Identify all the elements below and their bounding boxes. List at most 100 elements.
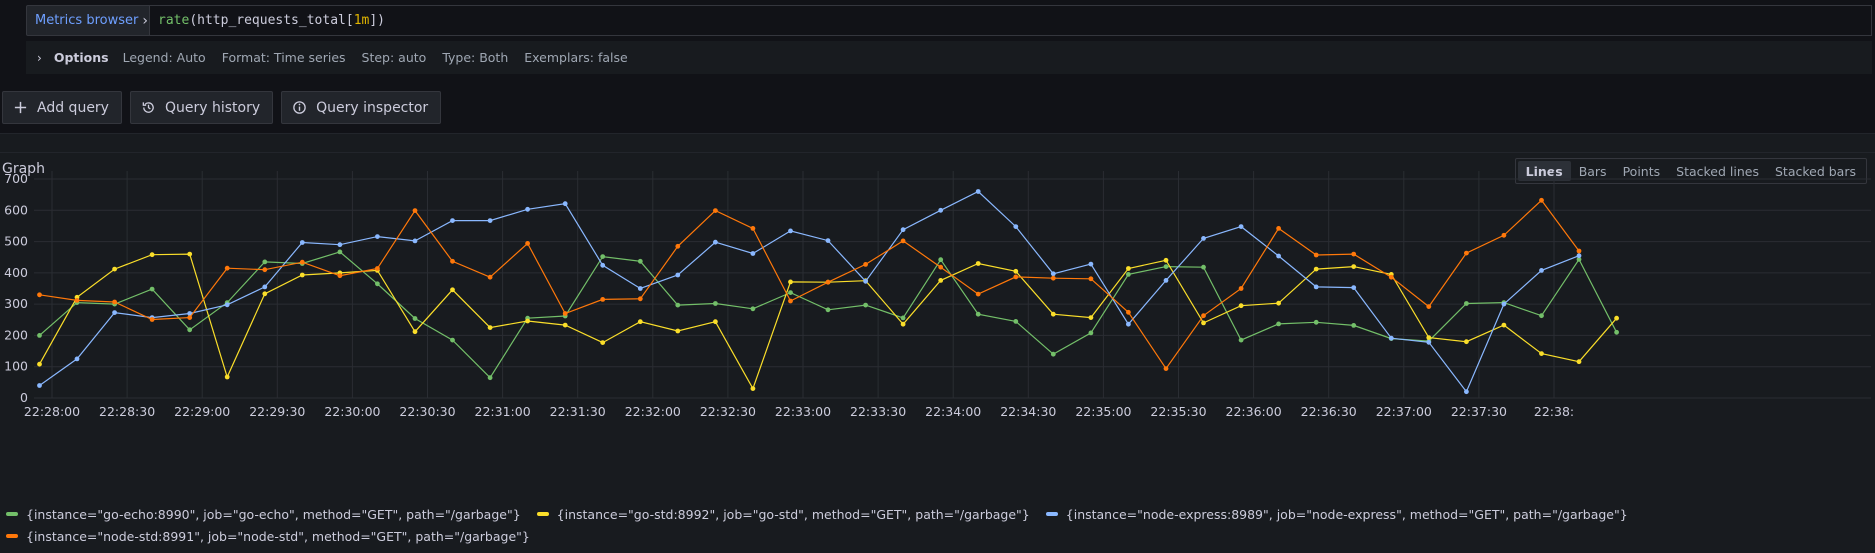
series-point-3 — [975, 291, 981, 297]
series-point-3 — [450, 258, 455, 264]
query-range: 1m — [353, 13, 370, 28]
x-tick-label: 22:37:30 — [1451, 404, 1507, 419]
series-point-0 — [337, 249, 343, 255]
series-point-2 — [863, 278, 868, 284]
series-point-3 — [675, 243, 681, 249]
series-point-3 — [900, 238, 906, 244]
series-point-3 — [713, 208, 718, 213]
x-tick-label: 22:29:30 — [249, 404, 305, 419]
series-point-3 — [1276, 226, 1281, 231]
x-tick-label: 22:31:00 — [475, 404, 531, 419]
query-options-row[interactable]: › Options Legend: Auto Format: Time seri… — [26, 41, 1872, 74]
legend-item[interactable]: {instance="node-std:8991", job="node-std… — [6, 529, 530, 544]
series-point-3 — [1501, 232, 1507, 238]
series-point-1 — [675, 328, 681, 334]
series-point-0 — [149, 286, 155, 292]
series-point-2 — [600, 262, 606, 268]
series-point-0 — [1238, 337, 1244, 343]
series-point-0 — [713, 301, 718, 306]
series-point-3 — [1238, 286, 1244, 291]
x-tick-label: 22:34:30 — [1000, 404, 1056, 419]
y-tick-label: 100 — [4, 359, 28, 374]
series-point-1 — [187, 251, 193, 257]
series-point-0 — [1276, 321, 1281, 327]
series-point-3 — [187, 315, 193, 320]
series-point-3 — [938, 264, 944, 270]
legend-label: {instance="go-echo:8990", job="go-echo",… — [26, 506, 521, 522]
series-point-1 — [637, 319, 643, 325]
query-history-button[interactable]: Query history — [129, 91, 274, 124]
legend-item[interactable]: {instance="go-echo:8990", job="go-echo",… — [6, 507, 521, 522]
series-point-2 — [750, 251, 756, 256]
series-point-0 — [1050, 351, 1056, 357]
series-point-3 — [412, 208, 418, 213]
series-point-0 — [863, 302, 868, 308]
series-point-2 — [450, 218, 455, 223]
legend-swatch — [6, 534, 18, 538]
series-point-0 — [1313, 319, 1319, 325]
series-point-0 — [1539, 313, 1544, 319]
x-tick-label: 22:35:00 — [1075, 404, 1131, 419]
chevron-right-icon[interactable]: › — [37, 51, 42, 65]
legend-swatch — [536, 512, 549, 516]
legend-label: {instance="go-std:8992", job="go-std", m… — [556, 506, 1030, 522]
series-point-0 — [1088, 330, 1094, 336]
query-function: rate — [158, 13, 190, 28]
series-point-2 — [562, 201, 568, 207]
series-point-2 — [1501, 301, 1507, 307]
series-point-2 — [224, 302, 230, 308]
query-close: ]) — [369, 13, 385, 28]
x-tick-label: 22:28:00 — [24, 404, 80, 419]
x-tick-label: 22:36:00 — [1226, 404, 1282, 419]
series-point-1 — [149, 252, 155, 258]
series-point-2 — [900, 227, 906, 233]
legend-item[interactable]: {instance="go-std:8992", job="go-std", m… — [536, 506, 1030, 522]
series-point-0 — [37, 333, 42, 338]
series-point-1 — [1238, 303, 1244, 309]
series-point-3 — [1576, 248, 1582, 254]
series-point-2 — [487, 218, 493, 223]
series-point-2 — [37, 383, 42, 388]
series-point-3 — [74, 298, 80, 303]
series-point-1 — [1013, 268, 1019, 274]
series-point-3 — [1426, 304, 1432, 309]
query-actions: Add query Query history Query inspector — [2, 91, 442, 124]
series-point-3 — [750, 226, 756, 231]
series-point-0 — [938, 257, 944, 263]
series-point-1 — [938, 278, 944, 283]
metrics-browser-button[interactable]: Metrics browser › — [26, 5, 150, 36]
series-point-0 — [1013, 319, 1019, 324]
query-inspector-button[interactable]: Query inspector — [281, 91, 442, 124]
series-point-3 — [1163, 366, 1169, 371]
y-tick-label: 500 — [4, 234, 28, 249]
legend-item[interactable]: {instance="node-express:8989", job="node… — [1045, 507, 1628, 522]
series-point-3 — [1088, 276, 1094, 282]
series-point-2 — [1276, 253, 1281, 259]
query-history-label: Query history — [164, 99, 261, 116]
series-point-2 — [1050, 271, 1056, 277]
history-icon — [142, 102, 154, 113]
x-tick-label: 22:28:30 — [99, 404, 155, 419]
series-point-3 — [1126, 309, 1131, 315]
query-expression-input[interactable]: rate (http_requests_total[1m]) — [150, 5, 1872, 36]
series-point-0 — [900, 315, 906, 321]
series-point-2 — [975, 189, 981, 194]
series-point-2 — [112, 310, 117, 315]
series-point-3 — [337, 273, 343, 279]
add-query-button[interactable]: Add query — [2, 91, 122, 124]
series-point-0 — [825, 307, 831, 313]
series-point-1 — [1088, 315, 1094, 320]
legend-swatch — [6, 512, 18, 516]
series-point-0 — [1201, 264, 1206, 270]
series-point-1 — [450, 287, 455, 293]
series-point-3 — [637, 296, 643, 302]
y-tick-label: 700 — [4, 171, 28, 186]
series-point-2 — [1426, 339, 1432, 345]
series-point-2 — [375, 234, 380, 239]
series-point-2 — [1351, 285, 1357, 290]
chevron-right-icon: › — [142, 12, 148, 29]
time-series-chart[interactable]: 0 100 200 300 400 500 600 700 22:28:00 22:28:30 22… — [0, 153, 1875, 503]
series-point-1 — [1464, 339, 1469, 345]
series-point-3 — [600, 297, 606, 302]
series-point-1 — [1201, 320, 1206, 326]
